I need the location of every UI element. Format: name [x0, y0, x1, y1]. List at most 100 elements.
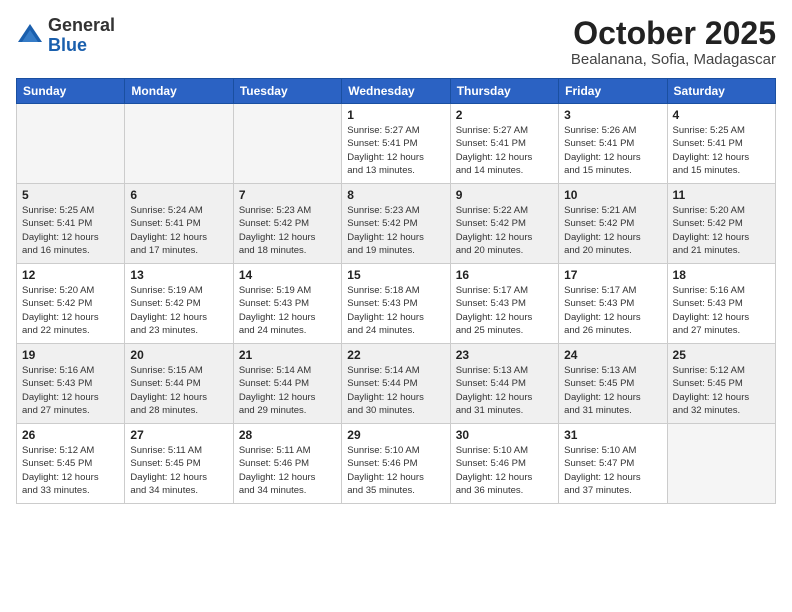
- day-info: Sunrise: 5:22 AMSunset: 5:42 PMDaylight:…: [456, 204, 553, 257]
- day-number: 4: [673, 108, 770, 122]
- calendar-empty-cell: [17, 104, 125, 184]
- calendar-day-10: 10 Sunrise: 5:21 AMSunset: 5:42 PMDayligh…: [559, 184, 667, 264]
- calendar-weekday-thursday: Thursday: [450, 79, 558, 104]
- calendar-day-18: 18 Sunrise: 5:16 AMSunset: 5:43 PMDayligh…: [667, 264, 775, 344]
- calendar-day-11: 11Sunrise: 5:20 AMSunset: 5:42 PMDayligh…: [667, 184, 775, 264]
- day-number: 22: [347, 348, 444, 362]
- calendar-weekday-monday: Monday: [125, 79, 233, 104]
- calendar-day-20: 20 Sunrise: 5:15 AMSunset: 5:44 PMDayligh…: [125, 344, 233, 424]
- day-number: 3: [564, 108, 661, 122]
- calendar-day-29: 29 Sunrise: 5:10 AMSunset: 5:46 PMDayligh…: [342, 424, 450, 504]
- calendar-week-row: 1 Sunrise: 5:27 AMSunset: 5:41 PMDaylight…: [17, 104, 776, 184]
- day-number: 16: [456, 268, 553, 282]
- day-info: Sunrise: 5:25 AMSunset: 5:41 PMDaylight:…: [22, 204, 119, 257]
- day-info: Sunrise: 5:27 AMSunset: 5:41 PMDaylight:…: [456, 124, 553, 177]
- calendar-day-1: 1 Sunrise: 5:27 AMSunset: 5:41 PMDaylight…: [342, 104, 450, 184]
- calendar-empty-cell: [667, 424, 775, 504]
- logo-blue-text: Blue: [48, 35, 87, 55]
- calendar-day-30: 30 Sunrise: 5:10 AMSunset: 5:46 PMDayligh…: [450, 424, 558, 504]
- day-number: 6: [130, 188, 227, 202]
- calendar-week-row: 19 Sunrise: 5:16 AMSunset: 5:43 PMDayligh…: [17, 344, 776, 424]
- day-number: 30: [456, 428, 553, 442]
- calendar-day-14: 14Sunrise: 5:19 AMSunset: 5:43 PMDayligh…: [233, 264, 341, 344]
- day-info: Sunrise: 5:12 AMSunset: 5:45 PMDaylight:…: [22, 444, 119, 497]
- calendar-day-3: 3Sunrise: 5:26 AMSunset: 5:41 PMDaylight…: [559, 104, 667, 184]
- calendar-weekday-wednesday: Wednesday: [342, 79, 450, 104]
- calendar-day-21: 21 Sunrise: 5:14 AMSunset: 5:44 PMDayligh…: [233, 344, 341, 424]
- day-info: Sunrise: 5:11 AMSunset: 5:45 PMDaylight:…: [130, 444, 227, 497]
- day-info: Sunrise: 5:27 AMSunset: 5:41 PMDaylight:…: [347, 124, 444, 177]
- day-info: Sunrise: 5:14 AMSunset: 5:44 PMDaylight:…: [347, 364, 444, 417]
- day-number: 26: [22, 428, 119, 442]
- day-number: 10: [564, 188, 661, 202]
- logo: General Blue: [16, 16, 115, 56]
- logo-icon: [16, 22, 44, 50]
- day-info: Sunrise: 5:16 AMSunset: 5:43 PMDaylight:…: [673, 284, 770, 337]
- day-number: 20: [130, 348, 227, 362]
- calendar-day-8: 8Sunrise: 5:23 AMSunset: 5:42 PMDaylight…: [342, 184, 450, 264]
- calendar-day-12: 12Sunrise: 5:20 AMSunset: 5:42 PMDayligh…: [17, 264, 125, 344]
- day-number: 29: [347, 428, 444, 442]
- day-number: 15: [347, 268, 444, 282]
- day-number: 7: [239, 188, 336, 202]
- day-number: 2: [456, 108, 553, 122]
- calendar-day-9: 9Sunrise: 5:22 AMSunset: 5:42 PMDaylight…: [450, 184, 558, 264]
- day-info: Sunrise: 5:10 AMSunset: 5:47 PMDaylight:…: [564, 444, 661, 497]
- day-number: 28: [239, 428, 336, 442]
- calendar-day-17: 17 Sunrise: 5:17 AMSunset: 5:43 PMDayligh…: [559, 264, 667, 344]
- day-info: Sunrise: 5:21 AMSunset: 5:42 PMDaylight:…: [564, 204, 661, 257]
- calendar-empty-cell: [125, 104, 233, 184]
- day-number: 14: [239, 268, 336, 282]
- day-info: Sunrise: 5:23 AMSunset: 5:42 PMDaylight:…: [347, 204, 444, 257]
- day-number: 23: [456, 348, 553, 362]
- calendar-day-27: 27Sunrise: 5:11 AMSunset: 5:45 PMDayligh…: [125, 424, 233, 504]
- calendar-table: SundayMondayTuesdayWednesdayThursdayFrid…: [16, 78, 776, 504]
- calendar-weekday-sunday: Sunday: [17, 79, 125, 104]
- calendar-day-16: 16Sunrise: 5:17 AMSunset: 5:43 PMDayligh…: [450, 264, 558, 344]
- calendar-day-28: 28 Sunrise: 5:11 AMSunset: 5:46 PMDayligh…: [233, 424, 341, 504]
- day-number: 18: [673, 268, 770, 282]
- day-number: 19: [22, 348, 119, 362]
- calendar-day-7: 7 Sunrise: 5:23 AMSunset: 5:42 PMDaylight…: [233, 184, 341, 264]
- calendar-day-5: 5 Sunrise: 5:25 AMSunset: 5:41 PMDaylight…: [17, 184, 125, 264]
- calendar-day-25: 25 Sunrise: 5:12 AMSunset: 5:45 PMDayligh…: [667, 344, 775, 424]
- page-container: General Blue October 2025 Bealanana, Sof…: [0, 0, 792, 612]
- day-number: 21: [239, 348, 336, 362]
- title-section: October 2025 Bealanana, Sofia, Madagasca…: [571, 16, 776, 68]
- day-info: Sunrise: 5:25 AMSunset: 5:41 PMDaylight:…: [673, 124, 770, 177]
- calendar-day-4: 4 Sunrise: 5:25 AMSunset: 5:41 PMDaylight…: [667, 104, 775, 184]
- day-number: 5: [22, 188, 119, 202]
- calendar-day-6: 6Sunrise: 5:24 AMSunset: 5:41 PMDaylight…: [125, 184, 233, 264]
- calendar-week-row: 26 Sunrise: 5:12 AMSunset: 5:45 PMDayligh…: [17, 424, 776, 504]
- month-title: October 2025: [571, 16, 776, 51]
- day-info: Sunrise: 5:13 AMSunset: 5:45 PMDaylight:…: [564, 364, 661, 417]
- day-info: Sunrise: 5:12 AMSunset: 5:45 PMDaylight:…: [673, 364, 770, 417]
- calendar-header-row: SundayMondayTuesdayWednesdayThursdayFrid…: [17, 79, 776, 104]
- day-number: 24: [564, 348, 661, 362]
- calendar-empty-cell: [233, 104, 341, 184]
- day-info: Sunrise: 5:10 AMSunset: 5:46 PMDaylight:…: [456, 444, 553, 497]
- calendar-weekday-friday: Friday: [559, 79, 667, 104]
- day-info: Sunrise: 5:15 AMSunset: 5:44 PMDaylight:…: [130, 364, 227, 417]
- day-info: Sunrise: 5:17 AMSunset: 5:43 PMDaylight:…: [564, 284, 661, 337]
- day-info: Sunrise: 5:20 AMSunset: 5:42 PMDaylight:…: [673, 204, 770, 257]
- calendar-day-23: 23 Sunrise: 5:13 AMSunset: 5:44 PMDayligh…: [450, 344, 558, 424]
- day-info: Sunrise: 5:10 AMSunset: 5:46 PMDaylight:…: [347, 444, 444, 497]
- calendar-week-row: 12Sunrise: 5:20 AMSunset: 5:42 PMDayligh…: [17, 264, 776, 344]
- day-info: Sunrise: 5:11 AMSunset: 5:46 PMDaylight:…: [239, 444, 336, 497]
- page-header: General Blue October 2025 Bealanana, Sof…: [16, 16, 776, 68]
- day-number: 1: [347, 108, 444, 122]
- calendar-week-row: 5 Sunrise: 5:25 AMSunset: 5:41 PMDaylight…: [17, 184, 776, 264]
- calendar-day-31: 31 Sunrise: 5:10 AMSunset: 5:47 PMDayligh…: [559, 424, 667, 504]
- calendar-day-24: 24 Sunrise: 5:13 AMSunset: 5:45 PMDayligh…: [559, 344, 667, 424]
- day-info: Sunrise: 5:16 AMSunset: 5:43 PMDaylight:…: [22, 364, 119, 417]
- day-number: 25: [673, 348, 770, 362]
- day-number: 31: [564, 428, 661, 442]
- calendar-day-13: 13Sunrise: 5:19 AMSunset: 5:42 PMDayligh…: [125, 264, 233, 344]
- calendar-weekday-saturday: Saturday: [667, 79, 775, 104]
- day-info: Sunrise: 5:23 AMSunset: 5:42 PMDaylight:…: [239, 204, 336, 257]
- day-number: 17: [564, 268, 661, 282]
- day-info: Sunrise: 5:14 AMSunset: 5:44 PMDaylight:…: [239, 364, 336, 417]
- day-info: Sunrise: 5:20 AMSunset: 5:42 PMDaylight:…: [22, 284, 119, 337]
- day-info: Sunrise: 5:13 AMSunset: 5:44 PMDaylight:…: [456, 364, 553, 417]
